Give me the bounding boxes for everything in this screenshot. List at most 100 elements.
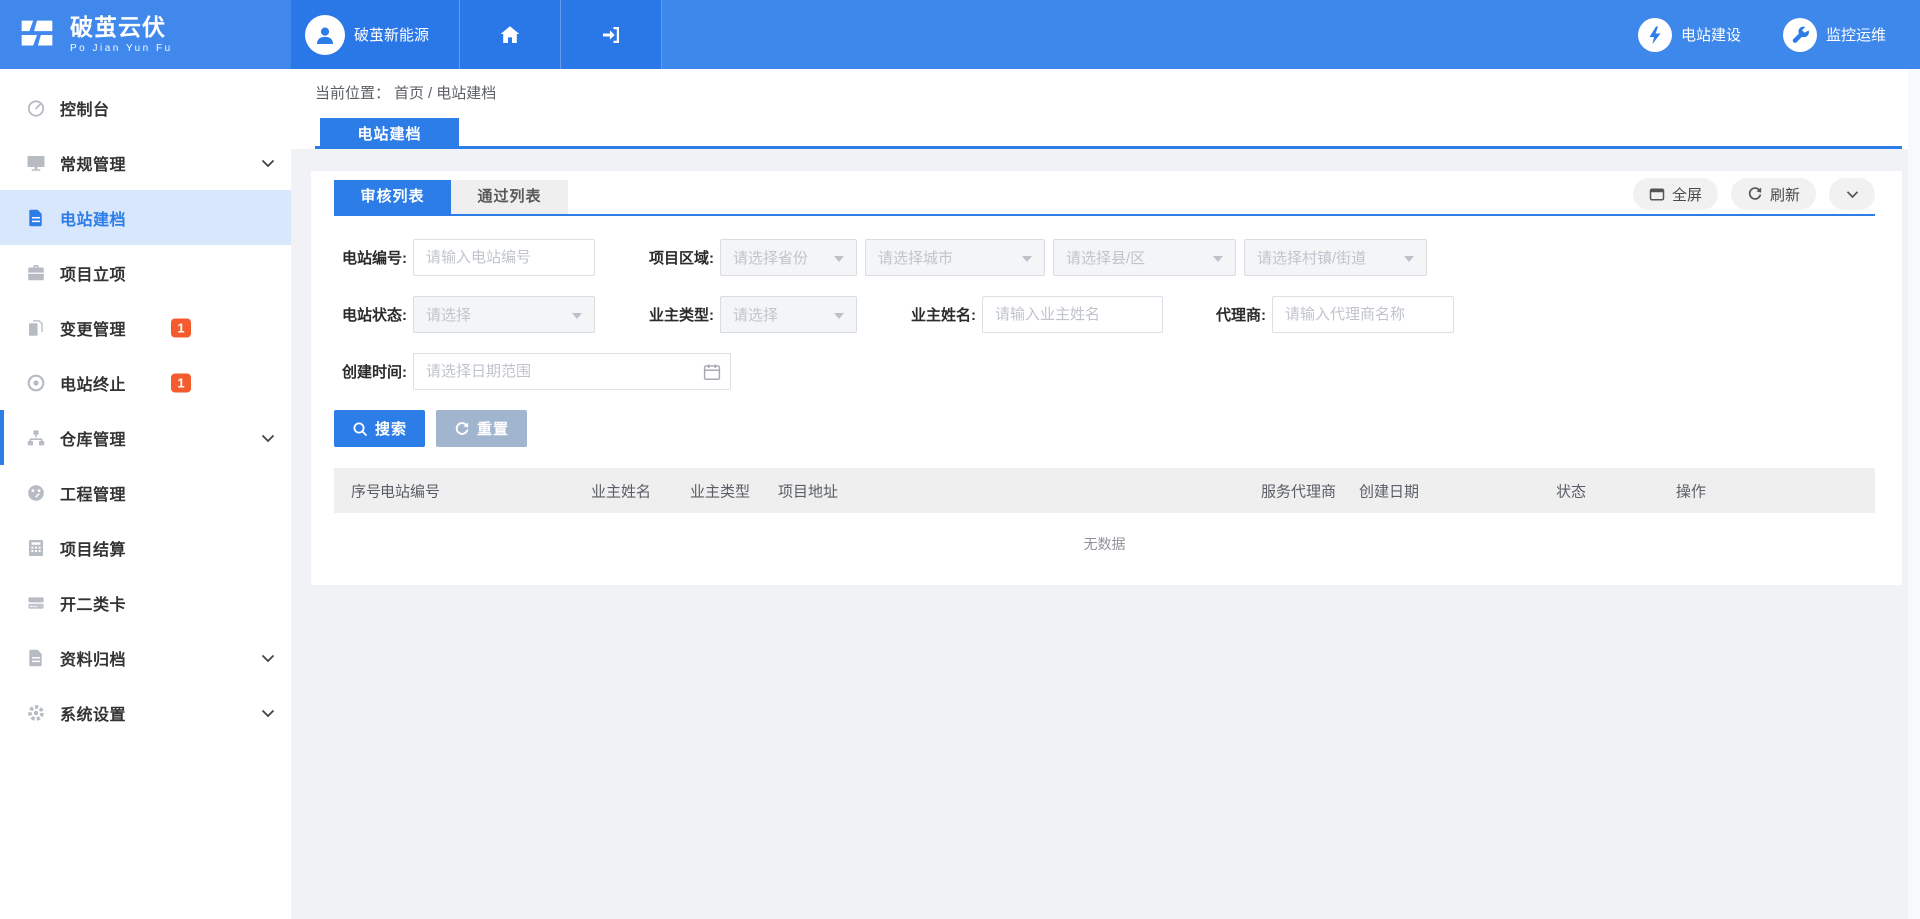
search-button[interactable]: 搜索 (334, 410, 425, 447)
station-construction-button[interactable]: 电站建设 (1638, 18, 1741, 52)
page-tab-station-filing[interactable]: 电站建档 (320, 118, 459, 149)
chevron-down-icon (261, 653, 275, 662)
reset-button[interactable]: 重置 (436, 410, 527, 447)
filter-row-2: 电站状态: 请选择 业主类型: 请选择 业主姓名: 代理商: (334, 296, 1875, 333)
topbar-right: 电站建设 监控运维 (1638, 0, 1886, 69)
tabs-underline (334, 214, 1875, 216)
filter-form: 电站编号: 项目区域: 请选择省份 请选择城市 请选择县/区 请选择村镇/街道 … (334, 239, 1875, 447)
sidebar-item-data-archive[interactable]: 资料归档 (0, 630, 291, 685)
district-select[interactable]: 请选择县/区 (1053, 239, 1236, 276)
reset-label: 重置 (477, 418, 509, 439)
station-construction-label: 电站建设 (1681, 24, 1741, 45)
street-select[interactable]: 请选择村镇/街道 (1244, 239, 1427, 276)
col-status: 状态 (1556, 480, 1586, 501)
refresh-icon (1747, 186, 1763, 202)
col-index: 序号 (351, 480, 381, 501)
signin-button[interactable] (561, 0, 662, 69)
sidebar-item-label: 项目立项 (60, 261, 126, 285)
sidebar-item-open-type2-card[interactable]: 开二类卡 (0, 575, 291, 630)
table-header: 序号 电站编号 业主姓名 业主类型 项目地址 服务代理商 创建日期 状态 操作 (334, 468, 1875, 513)
sidebar-item-change-management[interactable]: 变更管理 1 (0, 300, 291, 355)
agent-input[interactable] (1272, 296, 1454, 333)
tab-passed-list[interactable]: 通过列表 (451, 180, 568, 214)
date-range-field (413, 353, 731, 390)
sidebar-item-label: 控制台 (60, 96, 110, 120)
archive-icon (25, 647, 47, 669)
sidebar-item-engineering-management[interactable]: 工程管理 (0, 465, 291, 520)
col-owner-name: 业主姓名 (591, 480, 651, 501)
filter-row-3: 创建时间: (334, 353, 1875, 390)
filter-buttons: 搜索 重置 (334, 410, 1875, 447)
sidebar-item-project-settlement[interactable]: 项目结算 (0, 520, 291, 575)
avatar (305, 15, 345, 55)
sidebar-item-dashboard[interactable]: 控制台 (0, 80, 291, 135)
sidebar-item-label: 项目结算 (60, 536, 126, 560)
owner-name-label: 业主姓名: (909, 304, 976, 325)
logo-icon (14, 12, 60, 58)
chevron-down-icon (1846, 190, 1859, 199)
sidebar-item-label: 仓库管理 (60, 426, 126, 450)
record-icon (25, 372, 47, 394)
col-created-date: 创建日期 (1359, 480, 1419, 501)
monitor-icon (25, 152, 47, 174)
content-card: 审核列表 通过列表 全屏 刷新 电站编号: (311, 171, 1902, 585)
sidebar-item-label: 常规管理 (60, 151, 126, 175)
city-select[interactable]: 请选择城市 (865, 239, 1045, 276)
sidebar-item-label: 电站终止 (60, 371, 126, 395)
date-range-input[interactable] (413, 353, 731, 390)
station-status-select[interactable]: 请选择 (413, 296, 595, 333)
home-button[interactable] (460, 0, 561, 69)
sidebar-item-general-management[interactable]: 常规管理 (0, 135, 291, 190)
breadcrumb-prefix: 当前位置： (315, 85, 390, 102)
owner-type-select[interactable]: 请选择 (720, 296, 857, 333)
sidebar-item-warehouse-management[interactable]: 仓库管理 (0, 410, 291, 465)
breadcrumb-current: 电站建档 (436, 85, 496, 102)
sidebar: 控制台 常规管理 电站建档 项目立项 变更管理 1 电站终止 1 (0, 69, 291, 919)
sidebar-item-label: 开二类卡 (60, 591, 126, 615)
app-title: 破茧云伏 (70, 15, 173, 40)
search-icon (352, 421, 368, 437)
region-label: 项目区域: (641, 247, 714, 268)
scrollbar-track[interactable] (1908, 69, 1920, 919)
monitoring-ops-button[interactable]: 监控运维 (1783, 18, 1886, 52)
refresh-button[interactable]: 刷新 (1731, 178, 1816, 210)
collapse-button[interactable] (1829, 178, 1875, 210)
gear-icon (25, 702, 47, 724)
sidebar-item-label: 变更管理 (60, 316, 126, 340)
breadcrumb-home[interactable]: 首页 (394, 85, 424, 102)
tab-underline (315, 146, 1902, 149)
sidebar-item-project-initiation[interactable]: 项目立项 (0, 245, 291, 300)
user-menu[interactable]: 破茧新能源 (291, 0, 460, 69)
station-no-input[interactable] (413, 239, 595, 276)
sidebar-item-label: 电站建档 (60, 206, 126, 230)
province-select[interactable]: 请选择省份 (720, 239, 857, 276)
sidebar-item-station-filing[interactable]: 电站建档 (0, 190, 291, 245)
empty-state: 无数据 (334, 513, 1875, 587)
sidebar-item-station-termination[interactable]: 电站终止 1 (0, 355, 291, 410)
card-icon (25, 592, 47, 614)
sidebar-item-system-settings[interactable]: 系统设置 (0, 685, 291, 740)
notification-badge: 1 (171, 373, 191, 392)
top-nav: 破茧新能源 (291, 0, 662, 69)
fullscreen-button[interactable]: 全屏 (1633, 178, 1718, 210)
owner-type-label: 业主类型: (641, 304, 714, 325)
breadcrumb-separator: / (428, 85, 432, 102)
briefcase-icon (25, 262, 47, 284)
chevron-down-icon (261, 708, 275, 717)
col-actions: 操作 (1676, 480, 1706, 501)
wrench-icon (1783, 18, 1817, 52)
tab-review-list[interactable]: 审核列表 (334, 180, 451, 214)
logo: 破茧云伏 Po Jian Yun Fu (0, 0, 291, 69)
list-tabs: 审核列表 通过列表 (334, 180, 568, 214)
chevron-down-icon (261, 158, 275, 167)
owner-name-input[interactable] (982, 296, 1163, 333)
province-placeholder: 请选择省份 (733, 247, 808, 268)
reset-icon (454, 421, 470, 437)
copy-icon (25, 317, 47, 339)
home-icon (498, 23, 522, 47)
breadcrumb-bar: 当前位置：首页/电站建档 电站建档 (291, 69, 1920, 149)
station-no-label: 电站编号: (334, 247, 407, 268)
avatar-icon (313, 23, 337, 47)
col-service-agent: 服务代理商 (1261, 480, 1336, 501)
top-bar: 破茧云伏 Po Jian Yun Fu 破茧新能源 (0, 0, 1920, 69)
